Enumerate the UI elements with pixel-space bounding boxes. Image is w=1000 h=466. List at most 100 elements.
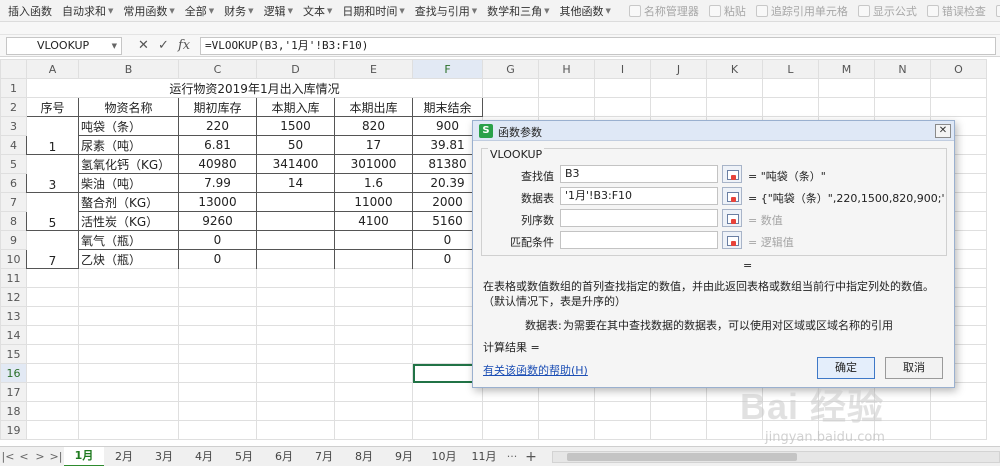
index-cell[interactable]: 3: [26, 154, 79, 193]
header-cell[interactable]: 本期入库: [256, 97, 335, 117]
ribbon-item-6[interactable]: 文本 ▼: [303, 3, 332, 19]
cell[interactable]: [334, 268, 413, 288]
row-header-19[interactable]: 19: [0, 420, 27, 440]
cell[interactable]: [930, 78, 987, 98]
row-header-10[interactable]: 10: [0, 249, 27, 269]
cell[interactable]: [26, 287, 79, 307]
row-header-17[interactable]: 17: [0, 382, 27, 402]
cell[interactable]: [178, 306, 257, 326]
value-cell[interactable]: 14: [256, 173, 335, 193]
sheet-tab[interactable]: 11月: [464, 448, 504, 466]
item-name-cell[interactable]: 活性炭（KG）: [78, 211, 179, 231]
cell[interactable]: [538, 401, 595, 421]
value-cell[interactable]: [256, 192, 335, 212]
row-header-14[interactable]: 14: [0, 325, 27, 345]
row-header-18[interactable]: 18: [0, 401, 27, 421]
cell[interactable]: [256, 420, 335, 440]
cell[interactable]: [762, 97, 819, 117]
header-cell[interactable]: 物资名称: [78, 97, 179, 117]
value-cell[interactable]: [256, 230, 335, 250]
sheet-tab[interactable]: 7月: [304, 448, 344, 466]
ribbon-extra-4[interactable]: 错误检查: [926, 3, 986, 19]
row-header-11[interactable]: 11: [0, 268, 27, 288]
column-header-k[interactable]: K: [706, 59, 763, 79]
cell[interactable]: [594, 97, 651, 117]
item-name-cell[interactable]: 氧气（瓶）: [78, 230, 179, 250]
row-header-1[interactable]: 1: [0, 78, 27, 98]
value-cell[interactable]: 4100: [334, 211, 413, 231]
column-header-l[interactable]: L: [762, 59, 819, 79]
cell[interactable]: [412, 401, 483, 421]
cell[interactable]: [26, 306, 79, 326]
value-cell[interactable]: 13000: [178, 192, 257, 212]
row-header-2[interactable]: 2: [0, 97, 27, 117]
ribbon-item-2[interactable]: 常用函数 ▼: [123, 3, 174, 19]
sheet-tab[interactable]: 3月: [144, 448, 184, 466]
column-header-f[interactable]: F: [412, 59, 483, 79]
row-header-4[interactable]: 4: [0, 135, 27, 155]
cell[interactable]: [930, 97, 987, 117]
arg-input[interactable]: '1月'!B3:F10: [560, 187, 718, 205]
range-picker-icon[interactable]: [722, 187, 742, 205]
cell[interactable]: [26, 420, 79, 440]
cell[interactable]: [256, 401, 335, 421]
value-cell[interactable]: 11000: [334, 192, 413, 212]
item-name-cell[interactable]: 吨袋（条）: [78, 116, 179, 136]
cell[interactable]: [482, 97, 539, 117]
row-header-16[interactable]: 16: [0, 363, 27, 383]
ribbon-item-3[interactable]: 全部 ▼: [185, 3, 214, 19]
cell[interactable]: [706, 97, 763, 117]
cell[interactable]: [334, 382, 413, 402]
value-cell[interactable]: [256, 211, 335, 231]
column-header-e[interactable]: E: [334, 59, 413, 79]
cancel-icon[interactable]: ✕: [138, 38, 149, 54]
column-header-a[interactable]: A: [26, 59, 79, 79]
sheet-tab[interactable]: 2月: [104, 448, 144, 466]
cell[interactable]: [78, 382, 179, 402]
column-header-m[interactable]: M: [818, 59, 875, 79]
item-name-cell[interactable]: 柴油（吨）: [78, 173, 179, 193]
value-cell[interactable]: 820: [334, 116, 413, 136]
ribbon-item-10[interactable]: 其他函数 ▼: [560, 3, 611, 19]
cell[interactable]: [256, 382, 335, 402]
cell[interactable]: [650, 78, 707, 98]
sheet-tab[interactable]: 4月: [184, 448, 224, 466]
cell[interactable]: [334, 306, 413, 326]
sheet-tab[interactable]: 1月: [64, 446, 104, 466]
cell[interactable]: [178, 287, 257, 307]
cell[interactable]: [78, 363, 179, 383]
cell[interactable]: [334, 401, 413, 421]
row-header-9[interactable]: 9: [0, 230, 27, 250]
row-header-5[interactable]: 5: [0, 154, 27, 174]
header-cell[interactable]: 期初库存: [178, 97, 257, 117]
cell[interactable]: [650, 97, 707, 117]
value-cell[interactable]: 341400: [256, 154, 335, 174]
cell[interactable]: [178, 382, 257, 402]
chevron-down-icon[interactable]: ▼: [112, 38, 117, 54]
index-cell[interactable]: 1: [26, 116, 79, 155]
value-cell[interactable]: 40980: [178, 154, 257, 174]
cell[interactable]: [334, 420, 413, 440]
cell[interactable]: [256, 306, 335, 326]
cell[interactable]: [818, 78, 875, 98]
ribbon-extra-5[interactable]: 重算工作簿: [995, 3, 1000, 19]
cell[interactable]: [178, 420, 257, 440]
value-cell[interactable]: 9260: [178, 211, 257, 231]
more-sheets[interactable]: ···: [504, 450, 520, 463]
cell[interactable]: [26, 382, 79, 402]
ribbon-extra-2[interactable]: 追踪引用单元格: [755, 3, 848, 19]
cell[interactable]: [78, 420, 179, 440]
value-cell[interactable]: 301000: [334, 154, 413, 174]
column-header-g[interactable]: G: [482, 59, 539, 79]
sheet-nav-3[interactable]: >|: [48, 450, 64, 463]
cell[interactable]: [482, 401, 539, 421]
value-cell[interactable]: 1500: [256, 116, 335, 136]
value-cell[interactable]: [334, 249, 413, 269]
cell[interactable]: [334, 363, 413, 383]
value-cell[interactable]: 7.99: [178, 173, 257, 193]
ribbon-extra-1[interactable]: 粘贴: [708, 3, 746, 19]
cell[interactable]: [26, 401, 79, 421]
row-header-13[interactable]: 13: [0, 306, 27, 326]
index-cell[interactable]: 7: [26, 230, 79, 269]
arg-input[interactable]: [560, 231, 718, 249]
